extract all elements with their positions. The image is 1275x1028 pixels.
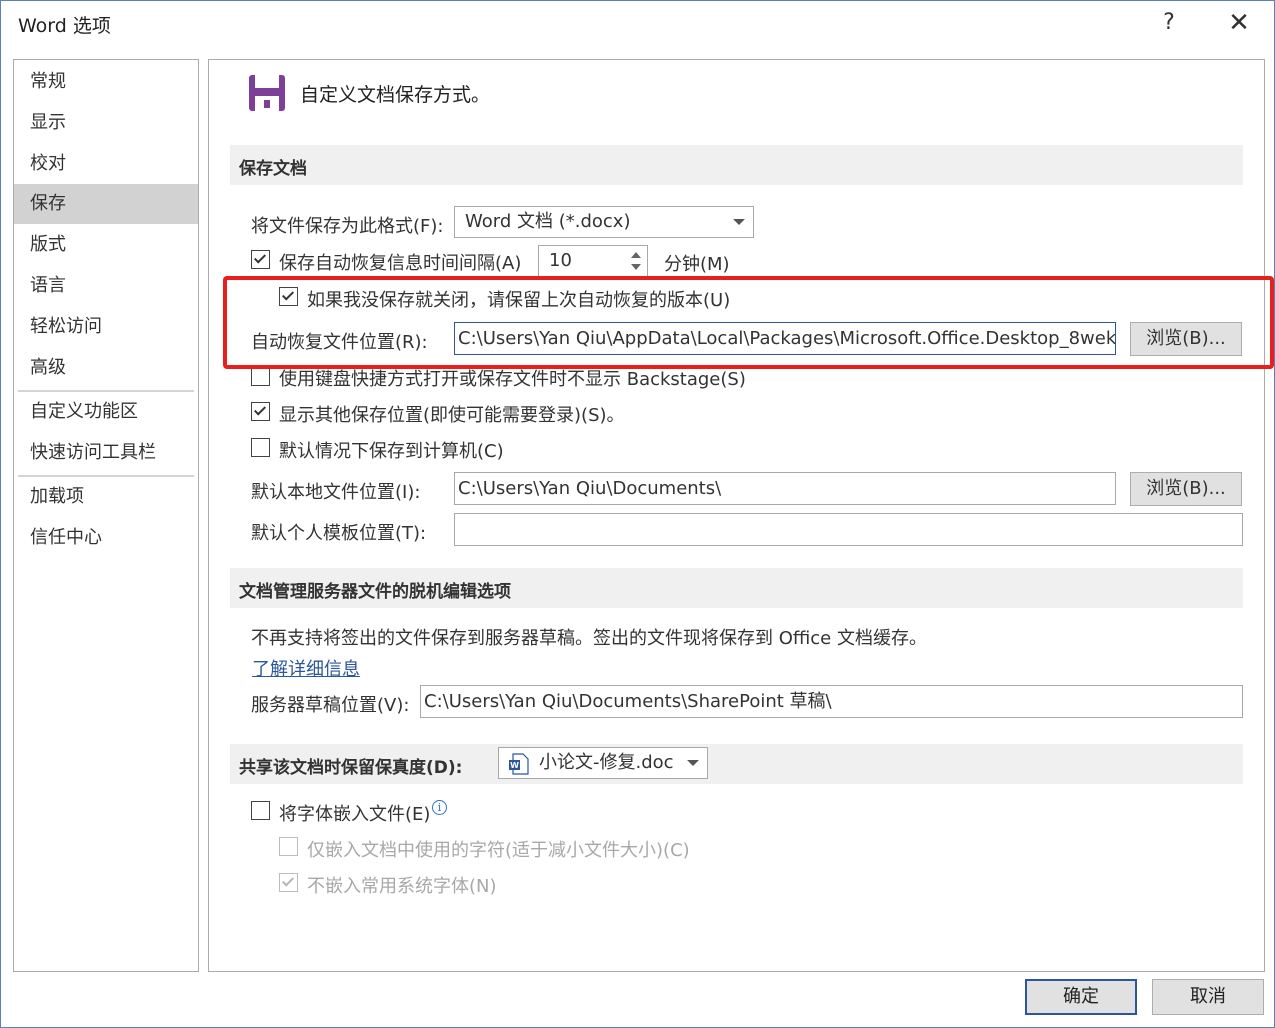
drafts-location-label: 服务器草稿位置(V): bbox=[251, 695, 410, 716]
fidelity-document-dropdown[interactable]: W 小论文-修复.doc bbox=[498, 747, 708, 779]
format-label: 将文件保存为此格式(F): bbox=[251, 216, 444, 237]
autorecover-label: 保存自动恢复信息时间间隔(A) bbox=[279, 253, 522, 274]
window-title: Word 选项 bbox=[18, 15, 111, 37]
drafts-location-input[interactable]: C:\Users\Yan Qiu\Documents\SharePoint 草稿… bbox=[420, 685, 1243, 718]
sidebar-item-quick-access-toolbar[interactable]: 快速访问工具栏 bbox=[14, 433, 198, 473]
keep-last-version-label: 如果我没保存就关闭，请保留上次自动恢复的版本(U) bbox=[307, 290, 731, 311]
sidebar-item-layout[interactable]: 版式 bbox=[14, 225, 198, 265]
sidebar-item-customize-ribbon[interactable]: 自定义功能区 bbox=[14, 392, 198, 432]
check-icon bbox=[281, 288, 295, 301]
help-button[interactable]: ? bbox=[1153, 7, 1185, 39]
format-dropdown[interactable]: Word 文档 (*.docx) bbox=[454, 206, 754, 238]
section-title: 文档管理服务器文件的脱机编辑选项 bbox=[239, 582, 511, 602]
chevron-down-icon bbox=[687, 760, 699, 766]
spin-up-icon[interactable] bbox=[631, 252, 641, 258]
autorecover-checkbox[interactable] bbox=[251, 250, 270, 269]
sidebar-item-trust-center[interactable]: 信任中心 bbox=[14, 518, 198, 558]
sidebar-item-display[interactable]: 显示 bbox=[14, 103, 198, 143]
info-icon[interactable]: i bbox=[432, 800, 447, 815]
sidebar-item-proofing[interactable]: 校对 bbox=[14, 144, 198, 184]
spin-down-icon[interactable] bbox=[631, 264, 641, 270]
local-location-label: 默认本地文件位置(I): bbox=[251, 482, 421, 503]
learn-more-link[interactable]: 了解详细信息 bbox=[252, 655, 360, 681]
cancel-button[interactable]: 取消 bbox=[1152, 979, 1264, 1015]
sidebar-item-language[interactable]: 语言 bbox=[14, 266, 198, 306]
template-location-label: 默认个人模板位置(T): bbox=[251, 523, 427, 544]
close-button[interactable]: ✕ bbox=[1223, 7, 1255, 39]
no-backstage-label: 使用键盘快捷方式打开或保存文件时不显示 Backstage(S) bbox=[279, 369, 746, 390]
floppy-disk-icon bbox=[249, 75, 285, 111]
keep-last-version-checkbox[interactable] bbox=[279, 287, 298, 306]
ok-button[interactable]: 确定 bbox=[1025, 979, 1137, 1015]
sidebar-item-save[interactable]: 保存 bbox=[14, 184, 198, 224]
title-bar: Word 选项 ? ✕ bbox=[1, 1, 1274, 47]
sidebar: 常规 显示 校对 保存 版式 语言 轻松访问 高级 自定义功能区 快速访问工具栏… bbox=[13, 59, 199, 972]
no-common-fonts-checkbox[interactable] bbox=[279, 873, 298, 892]
browse-local-button[interactable]: 浏览(B)... bbox=[1130, 472, 1242, 506]
sidebar-item-advanced[interactable]: 高级 bbox=[14, 348, 198, 388]
save-to-computer-checkbox[interactable] bbox=[251, 438, 270, 457]
section-offline-editing: 文档管理服务器文件的脱机编辑选项 bbox=[230, 568, 1243, 608]
offline-notice: 不再支持将签出的文件保存到服务器草稿。签出的文件现将保存到 Office 文档缓… bbox=[251, 628, 927, 649]
check-icon bbox=[281, 874, 295, 887]
word-document-icon: W bbox=[509, 753, 529, 775]
svg-text:W: W bbox=[510, 761, 519, 770]
minutes-value: 10 bbox=[549, 250, 572, 271]
section-save-documents: 保存文档 bbox=[230, 145, 1243, 185]
check-icon bbox=[253, 251, 267, 264]
embed-fonts-checkbox[interactable] bbox=[251, 801, 270, 820]
page-title: 自定义文档保存方式。 bbox=[300, 84, 491, 106]
chevron-down-icon bbox=[733, 219, 745, 225]
autorecover-location-label: 自动恢复文件位置(R): bbox=[251, 332, 428, 353]
check-icon bbox=[253, 403, 267, 416]
save-to-computer-label: 默认情况下保存到计算机(C) bbox=[279, 441, 504, 462]
minutes-label: 分钟(M) bbox=[664, 254, 730, 275]
format-value: Word 文档 (*.docx) bbox=[465, 211, 631, 232]
sidebar-item-general[interactable]: 常规 bbox=[14, 62, 198, 102]
browse-autorecover-button[interactable]: 浏览(B)... bbox=[1130, 322, 1242, 356]
embed-fonts-label: 将字体嵌入文件(E) bbox=[279, 804, 431, 825]
no-common-fonts-label: 不嵌入常用系统字体(N) bbox=[307, 876, 497, 897]
autorecover-minutes-stepper[interactable]: 10 bbox=[538, 245, 648, 277]
template-location-input[interactable] bbox=[454, 513, 1243, 546]
sidebar-item-add-ins[interactable]: 加载项 bbox=[14, 477, 198, 517]
section-title: 共享该文档时保留保真度(D): bbox=[239, 758, 463, 778]
show-other-locations-label: 显示其他保存位置(即使可能需要登录)(S)。 bbox=[279, 405, 625, 426]
local-location-input[interactable]: C:\Users\Yan Qiu\Documents\ bbox=[454, 472, 1116, 505]
sidebar-item-accessibility[interactable]: 轻松访问 bbox=[14, 307, 198, 347]
fidelity-document-value: 小论文-修复.doc bbox=[539, 752, 674, 773]
show-other-locations-checkbox[interactable] bbox=[251, 402, 270, 421]
section-title: 保存文档 bbox=[239, 159, 307, 179]
word-options-dialog: Word 选项 ? ✕ 常规 显示 校对 保存 版式 语言 轻松访问 高级 自定… bbox=[0, 0, 1275, 1028]
section-fidelity: 共享该文档时保留保真度(D): bbox=[230, 744, 1243, 784]
embed-used-chars-label: 仅嵌入文档中使用的字符(适于减小文件大小)(C) bbox=[307, 840, 690, 861]
no-backstage-checkbox[interactable] bbox=[251, 367, 270, 386]
embed-used-chars-checkbox[interactable] bbox=[279, 837, 298, 856]
autorecover-location-input[interactable]: C:\Users\Yan Qiu\AppData\Local\Packages\… bbox=[454, 322, 1116, 355]
content-panel: 自定义文档保存方式。 保存文档 将文件保存为此格式(F): Word 文档 (*… bbox=[208, 59, 1265, 972]
